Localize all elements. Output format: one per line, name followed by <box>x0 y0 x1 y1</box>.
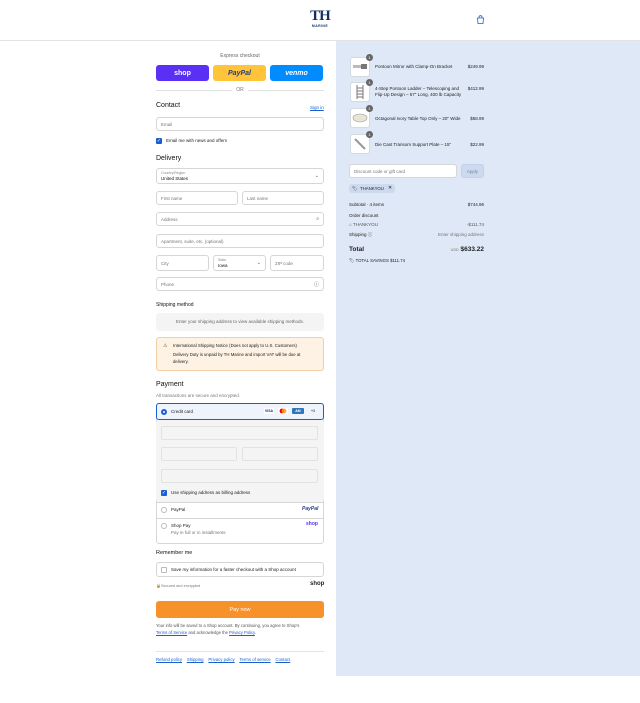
express-checkout-title: Express checkout <box>220 53 260 59</box>
item-quantity-badge: 1 <box>366 131 373 138</box>
visa-icon: VISA <box>264 408 274 414</box>
discount-code-row: ⌂ THANKYOU -$111.74 <box>349 222 484 227</box>
help-icon[interactable]: ⓘ <box>368 232 373 237</box>
payment-heading: Payment <box>156 381 184 388</box>
remember-me-heading: Remember me <box>156 550 193 556</box>
shop-pay-radio[interactable] <box>161 523 167 529</box>
more-cards-badge: +3 <box>311 409 315 413</box>
contact-link[interactable]: Contact <box>275 657 290 662</box>
order-discount-row: Order discount <box>349 213 379 218</box>
search-icon: ⌕ <box>316 216 319 222</box>
delivery-heading: Delivery <box>156 155 182 162</box>
item-name: 4-Step Pontoon Ladder – Telescoping and … <box>375 86 462 97</box>
venmo-button[interactable]: venmo <box>270 65 323 81</box>
footer-links: Refund policy Shipping Privacy policy Te… <box>156 657 290 662</box>
first-name-field[interactable]: First name <box>156 191 238 205</box>
item-quantity-badge: 1 <box>366 105 373 112</box>
chevron-down-icon: ⌄ <box>256 260 261 266</box>
state-select[interactable]: State Iowa ⌄ <box>213 255 266 271</box>
item-quantity-badge: 1 <box>366 79 373 86</box>
shop-pay-sub: Pay in full or in installments <box>171 530 226 535</box>
sign-in-link[interactable]: Sign in <box>310 105 324 110</box>
total-savings-row: 🏷 TOTAL SAVINGS $111.74 <box>349 258 405 263</box>
phone-field[interactable]: Phone ⓘ <box>156 277 324 291</box>
contact-heading: Contact <box>156 102 181 109</box>
help-icon[interactable]: ⓘ <box>314 281 319 288</box>
legal-line-1: Your info will be saved to a Shop accoun… <box>156 623 300 628</box>
city-field[interactable]: City <box>156 255 209 271</box>
remember-me-checkbox[interactable] <box>161 567 167 573</box>
paypal-radio[interactable] <box>161 507 167 513</box>
pay-now-button[interactable]: Pay now <box>156 601 324 618</box>
subtotal-row: Subtotal · 4 items $744.96 <box>349 202 484 207</box>
order-summary-panel <box>336 40 640 676</box>
item-name: Pontoon Mirror with Clamp-On Bracket <box>375 64 453 69</box>
shipping-method-heading: Shipping method <box>156 302 194 308</box>
footer-divider <box>156 651 324 652</box>
item-price: $249.99 <box>467 64 484 69</box>
mastercard-icon <box>278 408 288 414</box>
terms-of-service-footer-link[interactable]: Terms of service <box>239 657 270 662</box>
international-shipping-notice: ⚠ International Shipping Notice (Does no… <box>156 337 324 371</box>
payment-subtitle: All transactions are secure and encrypte… <box>156 393 241 398</box>
tag-icon: 🏷 <box>352 186 358 191</box>
divider <box>156 502 324 503</box>
shipping-method-placeholder: Enter your shipping address to view avai… <box>156 313 324 331</box>
paypal-button[interactable]: PayPal <box>213 65 266 81</box>
shop-pay-button[interactable]: shop <box>156 65 209 81</box>
th-marine-logo[interactable]: TH MARINE <box>309 8 331 34</box>
terms-of-service-link[interactable]: Terms of Service <box>156 630 187 635</box>
email-field[interactable]: Email <box>156 117 324 131</box>
item-name: Die Cast Transom Support Plate – 15" <box>375 142 452 147</box>
remember-me-label: Save my information for a faster checkou… <box>171 567 296 572</box>
shop-pay-logo: shop <box>306 521 318 527</box>
apply-button[interactable]: Apply <box>461 164 484 178</box>
divider <box>156 518 324 519</box>
secure-label: Secured and encrypted <box>161 584 201 588</box>
last-name-field[interactable]: Last name <box>242 191 324 205</box>
address-field[interactable]: Address ⌕ <box>156 212 324 226</box>
refund-policy-link[interactable]: Refund policy <box>156 657 182 662</box>
item-price: $22.99 <box>470 142 484 147</box>
country-select[interactable]: Country/Region United States ⌄ <box>156 168 324 184</box>
shipping-policy-link[interactable]: Shipping <box>187 657 204 662</box>
card-expiry-field[interactable] <box>161 447 237 461</box>
billing-same-checkbox[interactable]: ✓ <box>161 490 167 496</box>
news-label: Email me with news and offers <box>166 138 227 143</box>
zip-field[interactable]: ZIP code <box>270 255 324 271</box>
tag-icon: ⌂ <box>349 222 352 227</box>
card-security-code-field[interactable] <box>242 447 318 461</box>
discount-tag: 🏷 THANKYOU ✕ <box>349 184 395 193</box>
item-price: $58.99 <box>470 116 484 121</box>
card-number-field[interactable] <box>161 426 318 440</box>
shopping-bag-icon[interactable] <box>476 15 485 24</box>
paypal-option-label[interactable]: PayPal <box>171 507 185 512</box>
shipping-row: Shipping ⓘ Enter shipping address <box>349 232 484 237</box>
credit-card-radio[interactable] <box>161 409 167 415</box>
item-quantity-badge: 1 <box>366 54 373 61</box>
warning-icon: ⚠ <box>163 343 168 349</box>
apartment-field[interactable]: Apartment, suite, etc. (optional) <box>156 234 324 248</box>
paypal-logo: PayPal <box>302 506 319 512</box>
card-name-field[interactable] <box>161 469 318 483</box>
privacy-policy-footer-link[interactable]: Privacy policy <box>208 657 234 662</box>
header-divider <box>0 40 640 41</box>
news-checkbox[interactable]: ✓ <box>156 138 162 144</box>
or-divider: OR <box>156 87 324 93</box>
total-row: Total USD $633.22 <box>349 246 484 253</box>
credit-card-label: Credit card <box>171 409 194 414</box>
chevron-down-icon: ⌄ <box>314 173 319 179</box>
privacy-policy-link[interactable]: Privacy Policy <box>229 630 255 635</box>
tag-icon: 🏷 <box>349 258 355 263</box>
billing-same-label: Use shipping address as billing address <box>171 490 251 495</box>
amex-icon: AM <box>292 408 304 414</box>
shop-logo: shop <box>310 581 325 587</box>
discount-code-field[interactable]: Discount code or gift card <box>349 164 457 178</box>
legal-line-2: Terms of Service and acknowledge the Pri… <box>156 630 257 635</box>
remove-discount-icon[interactable]: ✕ <box>388 185 392 191</box>
item-price: $412.99 <box>467 86 484 91</box>
item-name: Octagonal Ivory Table Top Only – 20" Wid… <box>375 116 461 121</box>
shop-pay-option-label[interactable]: Shop Pay <box>171 523 191 528</box>
